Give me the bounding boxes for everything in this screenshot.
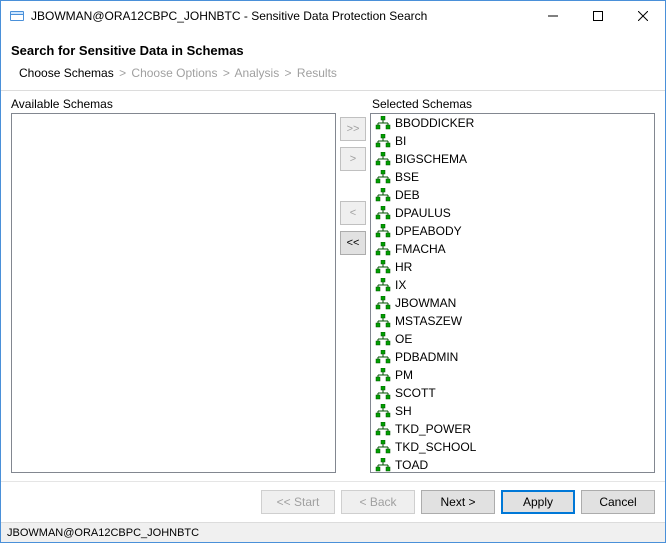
list-item[interactable]: PM — [371, 366, 654, 384]
schema-icon — [375, 278, 391, 292]
schema-name: TOAD — [395, 458, 428, 472]
page-title: Search for Sensitive Data in Schemas — [1, 31, 665, 62]
schema-name: PM — [395, 368, 413, 382]
list-item[interactable]: BIGSCHEMA — [371, 150, 654, 168]
chevron-right-icon: > — [223, 66, 230, 80]
schema-icon — [375, 116, 391, 130]
list-item[interactable]: DPAULUS — [371, 204, 654, 222]
schema-icon — [375, 386, 391, 400]
schema-icon — [375, 368, 391, 382]
list-item[interactable]: BSE — [371, 168, 654, 186]
list-item[interactable]: FMACHA — [371, 240, 654, 258]
schema-icon — [375, 314, 391, 328]
schema-icon — [375, 440, 391, 454]
title-bar[interactable]: JBOWMAN@ORA12CBPC_JOHNBTC - Sensitive Da… — [1, 1, 665, 31]
schema-name: TKD_SCHOOL — [395, 440, 476, 454]
available-label: Available Schemas — [11, 97, 336, 111]
list-item[interactable]: JBOWMAN — [371, 294, 654, 312]
schema-icon — [375, 404, 391, 418]
schema-icon — [375, 170, 391, 184]
list-item[interactable]: SH — [371, 402, 654, 420]
schema-name: BBODDICKER — [395, 116, 474, 130]
remove-one-button[interactable]: < — [340, 201, 366, 225]
schema-name: SCOTT — [395, 386, 436, 400]
crumb-analysis: Analysis — [235, 66, 280, 80]
app-window: JBOWMAN@ORA12CBPC_JOHNBTC - Sensitive Da… — [0, 0, 666, 543]
list-item[interactable]: HR — [371, 258, 654, 276]
schema-name: MSTASZEW — [395, 314, 462, 328]
selected-label: Selected Schemas — [372, 97, 655, 111]
remove-all-button[interactable]: << — [340, 231, 366, 255]
breadcrumb: Choose Schemas > Choose Options > Analys… — [1, 62, 665, 90]
schema-icon — [375, 134, 391, 148]
transfer-buttons: >> > < << — [336, 113, 370, 473]
start-button[interactable]: << Start — [261, 490, 335, 514]
schema-icon — [375, 296, 391, 310]
add-one-button[interactable]: > — [340, 147, 366, 171]
list-item[interactable]: SCOTT — [371, 384, 654, 402]
schema-name: OE — [395, 332, 412, 346]
close-button[interactable] — [620, 2, 665, 31]
app-icon — [9, 8, 25, 24]
selected-schemas-list[interactable]: BBODDICKER BI BIGSCHEMA BSE DEB DPAULUS DPEABO… — [370, 113, 655, 473]
schema-name: IX — [395, 278, 406, 292]
list-item[interactable]: BI — [371, 132, 654, 150]
schema-icon — [375, 332, 391, 346]
list-item[interactable]: DEB — [371, 186, 654, 204]
window-title: JBOWMAN@ORA12CBPC_JOHNBTC - Sensitive Da… — [31, 9, 530, 23]
schema-name: PDBADMIN — [395, 350, 458, 364]
schema-name: HR — [395, 260, 412, 274]
status-bar: JBOWMAN@ORA12CBPC_JOHNBTC — [1, 522, 665, 542]
list-item[interactable]: DPEABODY — [371, 222, 654, 240]
maximize-button[interactable] — [575, 2, 620, 31]
crumb-choose-schemas[interactable]: Choose Schemas — [19, 66, 114, 80]
add-all-button[interactable]: >> — [340, 117, 366, 141]
schema-name: DPEABODY — [395, 224, 462, 238]
schema-icon — [375, 242, 391, 256]
available-schemas-list[interactable] — [11, 113, 336, 473]
schema-name: SH — [395, 404, 412, 418]
dual-list: >> > < << BBODDICKER BI BIGSCHEMA BSE DEB DPA… — [11, 113, 655, 473]
schema-icon — [375, 422, 391, 436]
crumb-choose-options: Choose Options — [131, 66, 217, 80]
schema-icon — [375, 152, 391, 166]
crumb-results: Results — [297, 66, 337, 80]
minimize-button[interactable] — [530, 2, 575, 31]
schema-name: JBOWMAN — [395, 296, 456, 310]
chevron-right-icon: > — [119, 66, 126, 80]
list-item[interactable]: TKD_SCHOOL — [371, 438, 654, 456]
schema-icon — [375, 224, 391, 238]
status-text: JBOWMAN@ORA12CBPC_JOHNBTC — [7, 527, 199, 539]
back-button[interactable]: < Back — [341, 490, 415, 514]
schema-name: DEB — [395, 188, 420, 202]
wizard-buttons: << Start < Back Next > Apply Cancel — [1, 481, 665, 522]
list-item[interactable]: BBODDICKER — [371, 114, 654, 132]
list-item[interactable]: IX — [371, 276, 654, 294]
window-buttons — [530, 2, 665, 31]
schema-name: BI — [395, 134, 406, 148]
schema-icon — [375, 206, 391, 220]
schema-icon — [375, 350, 391, 364]
schema-icon — [375, 458, 391, 472]
list-item[interactable]: MSTASZEW — [371, 312, 654, 330]
list-labels: Available Schemas Selected Schemas — [11, 97, 655, 111]
schema-name: FMACHA — [395, 242, 446, 256]
chevron-right-icon: > — [285, 66, 292, 80]
content-area: Available Schemas Selected Schemas >> > … — [1, 91, 665, 481]
cancel-button[interactable]: Cancel — [581, 490, 655, 514]
schema-icon — [375, 260, 391, 274]
list-item[interactable]: PDBADMIN — [371, 348, 654, 366]
schema-icon — [375, 188, 391, 202]
list-item[interactable]: TKD_POWER — [371, 420, 654, 438]
schema-name: DPAULUS — [395, 206, 451, 220]
schema-name: BSE — [395, 170, 419, 184]
schema-name: BIGSCHEMA — [395, 152, 467, 166]
apply-button[interactable]: Apply — [501, 490, 575, 514]
next-button[interactable]: Next > — [421, 490, 495, 514]
list-item[interactable]: TOAD — [371, 456, 654, 473]
schema-name: TKD_POWER — [395, 422, 471, 436]
list-item[interactable]: OE — [371, 330, 654, 348]
